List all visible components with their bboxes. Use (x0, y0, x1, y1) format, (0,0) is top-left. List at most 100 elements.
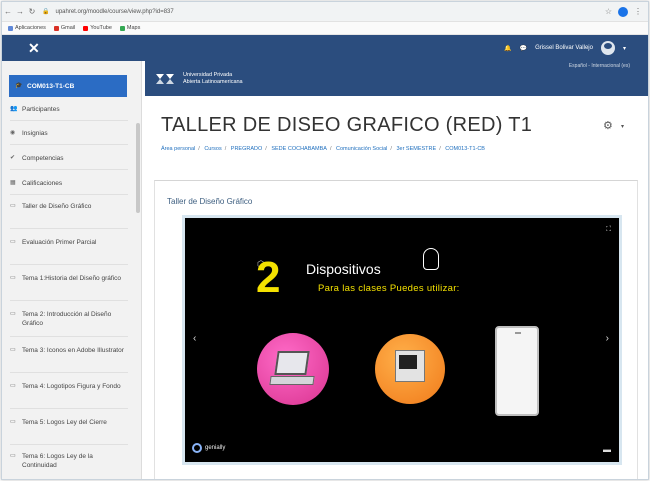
fullscreen-icon[interactable]: ⛶ (606, 226, 611, 234)
close-drawer-icon[interactable]: ✕ (28, 40, 40, 57)
users-icon: 👥 (10, 106, 18, 112)
laptop-illustration (257, 333, 329, 405)
divider (10, 169, 128, 170)
sidebar-item-competencies[interactable]: ✔ Competencias (10, 154, 128, 163)
folder-icon: ▭ (10, 419, 16, 425)
slide-title: Dispositivos (306, 261, 381, 277)
bookmark-gmail[interactable]: Gmail (53, 25, 76, 31)
bookmark-star-icon[interactable]: ☆ (605, 7, 612, 16)
divider (10, 194, 128, 195)
next-slide-icon[interactable]: › (606, 333, 609, 344)
sidebar-item-section[interactable]: ▭ Tema 3: Iconos en Adobe Illustrator (10, 346, 128, 355)
laptop-screen (274, 351, 310, 375)
menu-icon[interactable]: ▬ (603, 445, 611, 454)
chevron-down-icon[interactable]: ▾ (621, 123, 624, 130)
sidebar-item-label: Tema 4: Logotipos Figura y Fondo (22, 383, 121, 390)
folder-icon: ▭ (10, 311, 16, 317)
divider (10, 144, 128, 145)
breadcrumb-separator: / (439, 146, 441, 152)
breadcrumb-item[interactable]: COM013-T1-CB (445, 146, 485, 152)
previous-slide-icon[interactable]: ‹ (193, 333, 196, 344)
folder-icon: ▭ (10, 275, 16, 281)
phone-illustration (495, 326, 539, 416)
check-icon: ✔ (10, 155, 16, 161)
computer-illustration (375, 334, 445, 404)
browser-menu-icon[interactable]: ⋮ (634, 7, 642, 16)
breadcrumb-item[interactable]: PREGRADO (231, 146, 262, 152)
folder-icon: ▭ (10, 453, 16, 459)
university-banner: Universidad Privada Abierta Latinoameric… (145, 61, 648, 96)
sidebar-item-badges[interactable]: ◉ Insignias (10, 129, 128, 138)
avatar[interactable] (600, 41, 615, 55)
site-navbar: ✕ 🔔 💬 Grissel Bolivar Vallejo ▾ (2, 35, 648, 61)
address-bar[interactable]: upahret.org/moodle/course/view.php?id=83… (55, 9, 604, 15)
breadcrumb-item[interactable]: SEDE COCHABAMBA (271, 146, 327, 152)
slide-subtitle: Para las clases Puedes utilizar: (318, 283, 460, 294)
bookmark-label: Aplicaciones (15, 25, 46, 31)
sidebar-item-grades[interactable]: ▦ Calificaciones (10, 179, 128, 188)
sidebar-item-label: Tema 6: Logos Ley de la Continuidad (22, 453, 93, 469)
messages-icon[interactable]: 💬 (520, 45, 527, 52)
chevron-down-icon[interactable]: ▾ (623, 45, 626, 52)
apps-icon (8, 25, 13, 31)
sidebar-item-label: COM013-T1-CB (27, 82, 75, 90)
sidebar-item-course[interactable]: 🎓 COM013-T1-CB (9, 75, 127, 97)
genially-logo-icon (192, 443, 202, 453)
sidebar-item-section[interactable]: ▭ Tema 5: Logos Ley del Cierre (10, 418, 128, 427)
divider (10, 300, 128, 301)
divider (10, 444, 128, 445)
maps-icon (119, 25, 125, 31)
sidebar-item-section[interactable]: ▭ Taller de Diseño Gráfico (10, 202, 128, 211)
bookmark-apps[interactable]: Aplicaciones (8, 25, 46, 31)
reload-icon[interactable]: ↻ (26, 7, 38, 16)
genially-presentation[interactable]: ⬡ 2 Dispositivos Para las clases Puedes … (182, 215, 622, 465)
sidebar-item-section[interactable]: ▭ Tema 2: Introducción al Diseño Gráfico (10, 310, 128, 328)
sidebar-item-label: Taller de Diseño Gráfico (22, 203, 92, 210)
divider (10, 120, 128, 121)
sidebar-item-section[interactable]: ▭ Evaluación Primer Parcial (10, 238, 128, 247)
divider (10, 228, 128, 229)
bookmark-youtube[interactable]: YouTube (83, 25, 112, 31)
sidebar-scrollbar[interactable] (136, 123, 140, 213)
user-name[interactable]: Grissel Bolivar Vallejo (535, 45, 593, 51)
university-name: Universidad Privada Abierta Latinoameric… (183, 72, 243, 86)
bookmark-label: Gmail (60, 25, 76, 31)
badge-icon: ◉ (10, 130, 16, 136)
bookmark-label: Maps (126, 25, 141, 31)
hand-pointer-icon (423, 248, 439, 270)
profile-icon[interactable] (618, 6, 628, 17)
sidebar-item-label: Tema 2: Introducción al Diseño Gráfico (22, 311, 112, 327)
breadcrumb-item[interactable]: 3er SEMESTRE (396, 146, 436, 152)
folder-icon: ▭ (10, 383, 16, 389)
breadcrumb-item[interactable]: Comunicación Social (336, 146, 387, 152)
bookmark-label: YouTube (90, 25, 112, 31)
section-title[interactable]: Taller de Diseño Gráfico (167, 197, 252, 206)
bookmarks-bar: Aplicaciones Gmail YouTube Maps (2, 22, 648, 35)
language-selector[interactable]: Español - Internacional (es) (569, 63, 630, 69)
folder-icon: ▭ (10, 203, 16, 209)
browser-toolbar: ← → ↻ 🔒 upahret.org/moodle/course/view.p… (2, 2, 648, 22)
grid-icon: ▦ (10, 180, 16, 186)
bookmark-maps[interactable]: Maps (119, 25, 141, 31)
folder-icon: ▭ (10, 239, 16, 245)
gmail-icon (53, 25, 59, 31)
sidebar-item-label: Tema 1:Historia del Diseño gráfico (22, 275, 121, 282)
sidebar-item-label: Tema 5: Logos Ley del Cierre (22, 419, 107, 426)
breadcrumb-item[interactable]: Cursos (204, 146, 221, 152)
sidebar-item-section[interactable]: ▭ Tema 4: Logotipos Figura y Fondo (10, 382, 128, 391)
page-title: TALLER DE DISEO GRAFICO (RED) T1 (161, 114, 533, 136)
sidebar-item-section[interactable]: ▭ Tema 6: Logos Ley de la Continuidad (10, 452, 128, 470)
breadcrumb-item[interactable]: Área personal (161, 146, 195, 152)
notifications-icon[interactable]: 🔔 (504, 45, 511, 52)
breadcrumb-separator: / (329, 146, 332, 152)
forward-icon[interactable]: → (14, 7, 26, 16)
sidebar-item-participants[interactable]: 👥 Participantes (10, 105, 128, 114)
back-icon[interactable]: ← (2, 7, 14, 16)
sidebar-item-section[interactable]: ▭ Tema 1:Historia del Diseño gráfico (10, 274, 128, 283)
folder-icon: ▭ (10, 347, 16, 353)
gear-icon[interactable]: ⚙ (603, 119, 613, 132)
genially-brand[interactable]: genially (192, 443, 225, 453)
youtube-icon (83, 25, 89, 31)
breadcrumb-separator: / (265, 146, 267, 152)
sidebar-item-label: Evaluación Primer Parcial (22, 239, 97, 246)
